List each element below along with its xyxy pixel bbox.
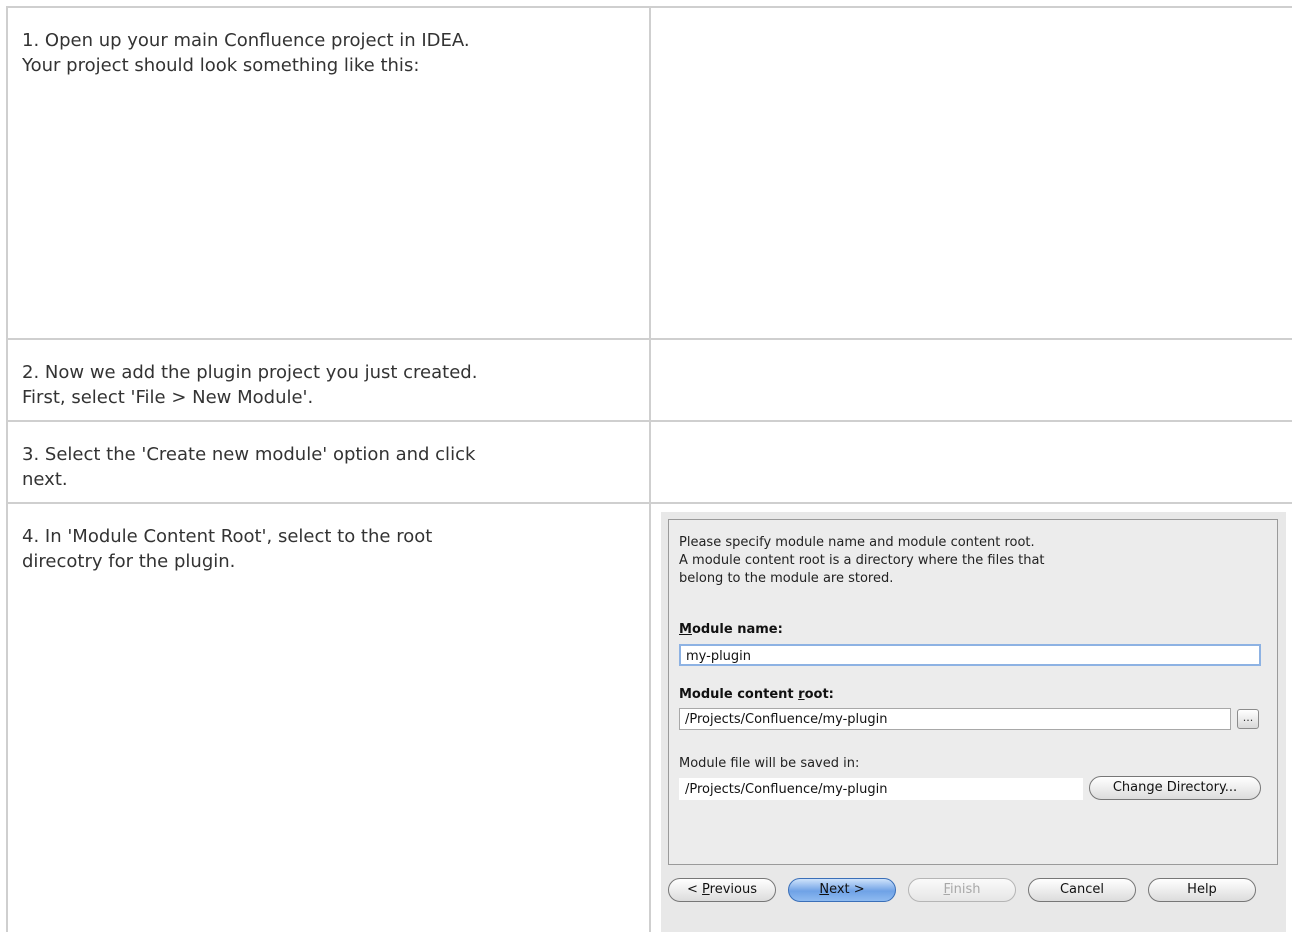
step-4-text: 4. In 'Module Content Root', select to t… bbox=[22, 526, 433, 572]
help-button[interactable]: Help bbox=[1148, 878, 1256, 902]
previous-button[interactable]: < Previous bbox=[668, 878, 776, 902]
step-text-cell: 1. Open up your main Confluence project … bbox=[6, 6, 651, 340]
change-directory-button[interactable]: Change Directory... bbox=[1089, 776, 1261, 800]
step-text-cell: 4. In 'Module Content Root', select to t… bbox=[6, 502, 651, 932]
step-2-image-cell bbox=[649, 338, 1292, 422]
content-root-label: Module content root: bbox=[679, 687, 834, 702]
step-row: 4. In 'Module Content Root', select to t… bbox=[6, 502, 1292, 932]
step-row: 1. Open up your main Confluence project … bbox=[6, 6, 1292, 340]
browse-button[interactable]: ... bbox=[1237, 709, 1259, 729]
finish-button[interactable]: Finish bbox=[908, 878, 1016, 902]
module-settings-panel: Please specify module name and module co… bbox=[668, 519, 1278, 865]
cancel-button[interactable]: Cancel bbox=[1028, 878, 1136, 902]
content-root-input[interactable]: /Projects/Confluence/my-plugin bbox=[679, 708, 1231, 730]
step-text-cell: 3. Select the 'Create new module' option… bbox=[6, 420, 651, 504]
saved-in-label: Module file will be saved in: bbox=[679, 756, 860, 771]
step-1-image-cell bbox=[649, 6, 1292, 340]
new-module-dialog-screenshot: Please specify module name and module co… bbox=[661, 512, 1286, 932]
step-3-text: 3. Select the 'Create new module' option… bbox=[22, 444, 476, 490]
step-row: 3. Select the 'Create new module' option… bbox=[6, 420, 1292, 504]
module-name-label: Module name: bbox=[679, 622, 783, 637]
steps-table: 1. Open up your main Confluence project … bbox=[6, 6, 1292, 932]
next-button[interactable]: Next > bbox=[788, 878, 896, 902]
step-4-image-cell: Please specify module name and module co… bbox=[649, 502, 1292, 932]
module-name-input[interactable]: my-plugin bbox=[679, 644, 1261, 666]
saved-in-value: /Projects/Confluence/my-plugin bbox=[679, 778, 1083, 800]
step-3-image-cell bbox=[649, 420, 1292, 504]
page: 1. Open up your main Confluence project … bbox=[0, 0, 1292, 932]
step-text-cell: 2. Now we add the plugin project you jus… bbox=[6, 338, 651, 422]
step-1-text: 1. Open up your main Confluence project … bbox=[22, 30, 470, 76]
step-row: 2. Now we add the plugin project you jus… bbox=[6, 338, 1292, 422]
dialog-description: Please specify module name and module co… bbox=[679, 535, 1045, 586]
step-2-text: 2. Now we add the plugin project you jus… bbox=[22, 362, 478, 408]
dialog-button-row: < Previous Next > Finish Cancel Help bbox=[668, 878, 1278, 904]
